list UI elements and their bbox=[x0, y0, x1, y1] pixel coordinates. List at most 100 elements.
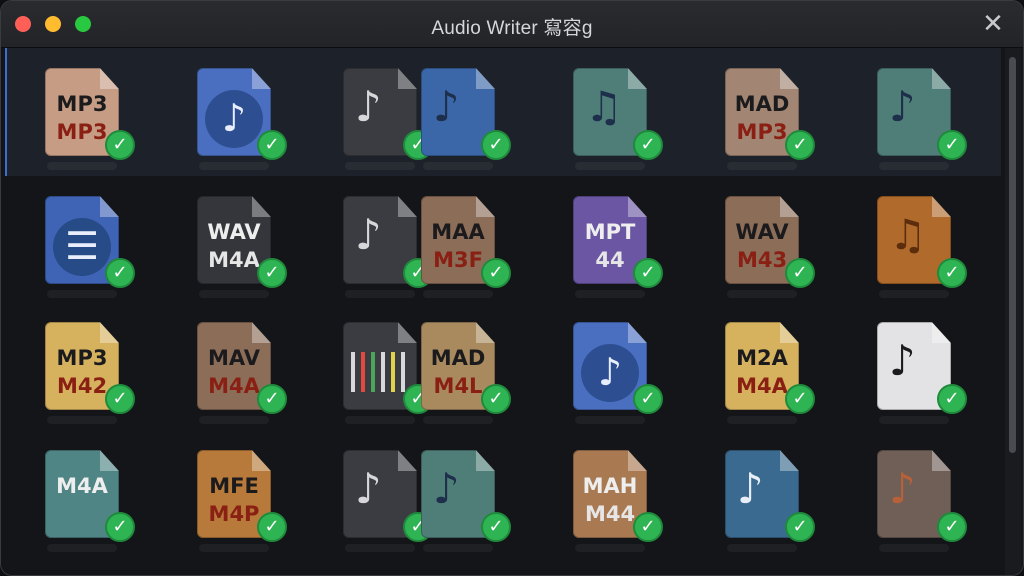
filename-placeholder bbox=[423, 416, 493, 424]
playlist-icon: ☰ bbox=[53, 218, 111, 276]
file-format-label: MFE bbox=[209, 474, 259, 498]
checkmark-icon: ✓ bbox=[785, 130, 815, 160]
page-fold bbox=[628, 322, 647, 343]
page-fold bbox=[932, 450, 951, 471]
filename-placeholder bbox=[345, 162, 415, 170]
filename-placeholder bbox=[345, 544, 415, 552]
checkmark-icon: ✓ bbox=[481, 512, 511, 542]
filename-placeholder bbox=[727, 162, 797, 170]
file-format-label: M4A bbox=[56, 474, 108, 498]
file-format-label: MP3 bbox=[56, 92, 108, 116]
checkmark-icon: ✓ bbox=[105, 130, 135, 160]
filename-placeholder bbox=[47, 544, 117, 552]
checkmark-icon: ✓ bbox=[633, 512, 663, 542]
equalizer-bar bbox=[351, 352, 355, 392]
checkmark-icon: ✓ bbox=[481, 258, 511, 288]
scrollbar-thumb[interactable] bbox=[1009, 57, 1016, 453]
filename-placeholder bbox=[727, 290, 797, 298]
checkmark-icon: ✓ bbox=[633, 384, 663, 414]
file-tile[interactable]: MAH M44 ✓ bbox=[567, 446, 687, 556]
file-tile[interactable]: ♪ ✓ bbox=[567, 318, 687, 428]
window-title: Audio Writer 寫容g bbox=[431, 18, 593, 39]
equalizer-bar bbox=[381, 352, 385, 392]
filename-placeholder bbox=[879, 544, 949, 552]
file-tile[interactable]: ♪ ✓ bbox=[191, 64, 311, 174]
checkmark-icon: ✓ bbox=[785, 512, 815, 542]
file-tile[interactable]: WAV M4A ✓ bbox=[191, 192, 311, 302]
page-fold bbox=[100, 450, 119, 471]
file-tile[interactable]: MFE M4P ✓ bbox=[191, 446, 311, 556]
filename-placeholder bbox=[575, 416, 645, 424]
page-fold bbox=[628, 68, 647, 89]
page-fold bbox=[780, 68, 799, 89]
file-tile[interactable]: MAD MP3 ✓ bbox=[719, 64, 839, 174]
page-fold bbox=[252, 68, 271, 89]
page-fold bbox=[252, 196, 271, 217]
page-fold bbox=[780, 322, 799, 343]
close-icon[interactable]: ✕ bbox=[979, 9, 1007, 37]
equalizer-bar bbox=[391, 352, 395, 392]
page-fold bbox=[628, 196, 647, 217]
file-tile[interactable]: ♪ ✓ bbox=[415, 64, 535, 174]
page-fold bbox=[476, 196, 495, 217]
file-format-label: MAD bbox=[734, 92, 790, 116]
equalizer-bar bbox=[371, 352, 375, 392]
music-note-icon: ♪ bbox=[205, 90, 263, 148]
file-tile[interactable]: MAV M4A ✓ bbox=[191, 318, 311, 428]
file-tile[interactable]: MPT 44 ✓ bbox=[567, 192, 687, 302]
filename-placeholder bbox=[575, 544, 645, 552]
file-tile[interactable]: MP3 M42 ✓ bbox=[39, 318, 159, 428]
file-tile[interactable]: ♫ ✓ bbox=[871, 192, 991, 302]
file-tile[interactable]: ♫ ✓ bbox=[567, 64, 687, 174]
filename-placeholder bbox=[879, 290, 949, 298]
music-note-icon: ♫ bbox=[889, 210, 927, 259]
filename-placeholder bbox=[423, 162, 493, 170]
file-format-label: MAH bbox=[582, 474, 638, 498]
filename-placeholder bbox=[575, 290, 645, 298]
music-note-icon: ♪ bbox=[889, 336, 916, 385]
checkmark-icon: ✓ bbox=[105, 258, 135, 288]
checkmark-icon: ✓ bbox=[481, 384, 511, 414]
file-tile[interactable]: MP3 MP3 ✓ bbox=[39, 64, 159, 174]
music-note-icon: ♪ bbox=[889, 464, 916, 513]
file-tile[interactable]: ♪ ✓ bbox=[415, 446, 535, 556]
filename-placeholder bbox=[423, 290, 493, 298]
page-fold bbox=[100, 68, 119, 89]
page-fold bbox=[628, 450, 647, 471]
app-window: Audio Writer 寫容g ✕ MP3 MP3 ✓ ♪ ✓ ♪ ✓ ♪ ✓ ♫ ✓ MAD MP3… bbox=[0, 0, 1024, 576]
checkmark-icon: ✓ bbox=[937, 130, 967, 160]
equalizer-bar bbox=[401, 352, 405, 392]
file-format-label: MPT bbox=[584, 220, 636, 244]
filename-placeholder bbox=[199, 162, 269, 170]
file-tile[interactable]: WAV M43 ✓ bbox=[719, 192, 839, 302]
filename-placeholder bbox=[199, 416, 269, 424]
filename-placeholder bbox=[575, 162, 645, 170]
file-tile[interactable]: M4A ✓ bbox=[39, 446, 159, 556]
file-format-label: MAA bbox=[431, 220, 485, 244]
filename-placeholder bbox=[47, 416, 117, 424]
checkmark-icon: ✓ bbox=[937, 384, 967, 414]
checkmark-icon: ✓ bbox=[257, 130, 287, 160]
music-note-icon: ♪ bbox=[355, 210, 382, 259]
file-tile[interactable]: ♪ ✓ bbox=[871, 64, 991, 174]
file-tile[interactable]: ☰ ✓ bbox=[39, 192, 159, 302]
file-tile[interactable]: ♪ ✓ bbox=[871, 318, 991, 428]
filename-placeholder bbox=[423, 544, 493, 552]
file-tile[interactable]: M2A M4A ✓ bbox=[719, 318, 839, 428]
filename-placeholder bbox=[199, 544, 269, 552]
file-tile[interactable]: MAD M4L ✓ bbox=[415, 318, 535, 428]
file-tile[interactable]: MAA M3F ✓ bbox=[415, 192, 535, 302]
page-fold bbox=[252, 322, 271, 343]
filename-placeholder bbox=[345, 290, 415, 298]
page-fold bbox=[476, 322, 495, 343]
file-tile[interactable]: ♪ ✓ bbox=[719, 446, 839, 556]
music-note-icon: ♪ bbox=[581, 344, 639, 402]
checkmark-icon: ✓ bbox=[633, 258, 663, 288]
checkmark-icon: ✓ bbox=[481, 130, 511, 160]
equalizer-bar bbox=[361, 352, 365, 392]
file-format-label: WAV bbox=[207, 220, 261, 244]
music-note-icon: ♪ bbox=[433, 82, 460, 131]
music-note-icon: ♪ bbox=[433, 464, 460, 513]
file-tile[interactable]: ♪ ✓ bbox=[871, 446, 991, 556]
filename-placeholder bbox=[47, 162, 117, 170]
